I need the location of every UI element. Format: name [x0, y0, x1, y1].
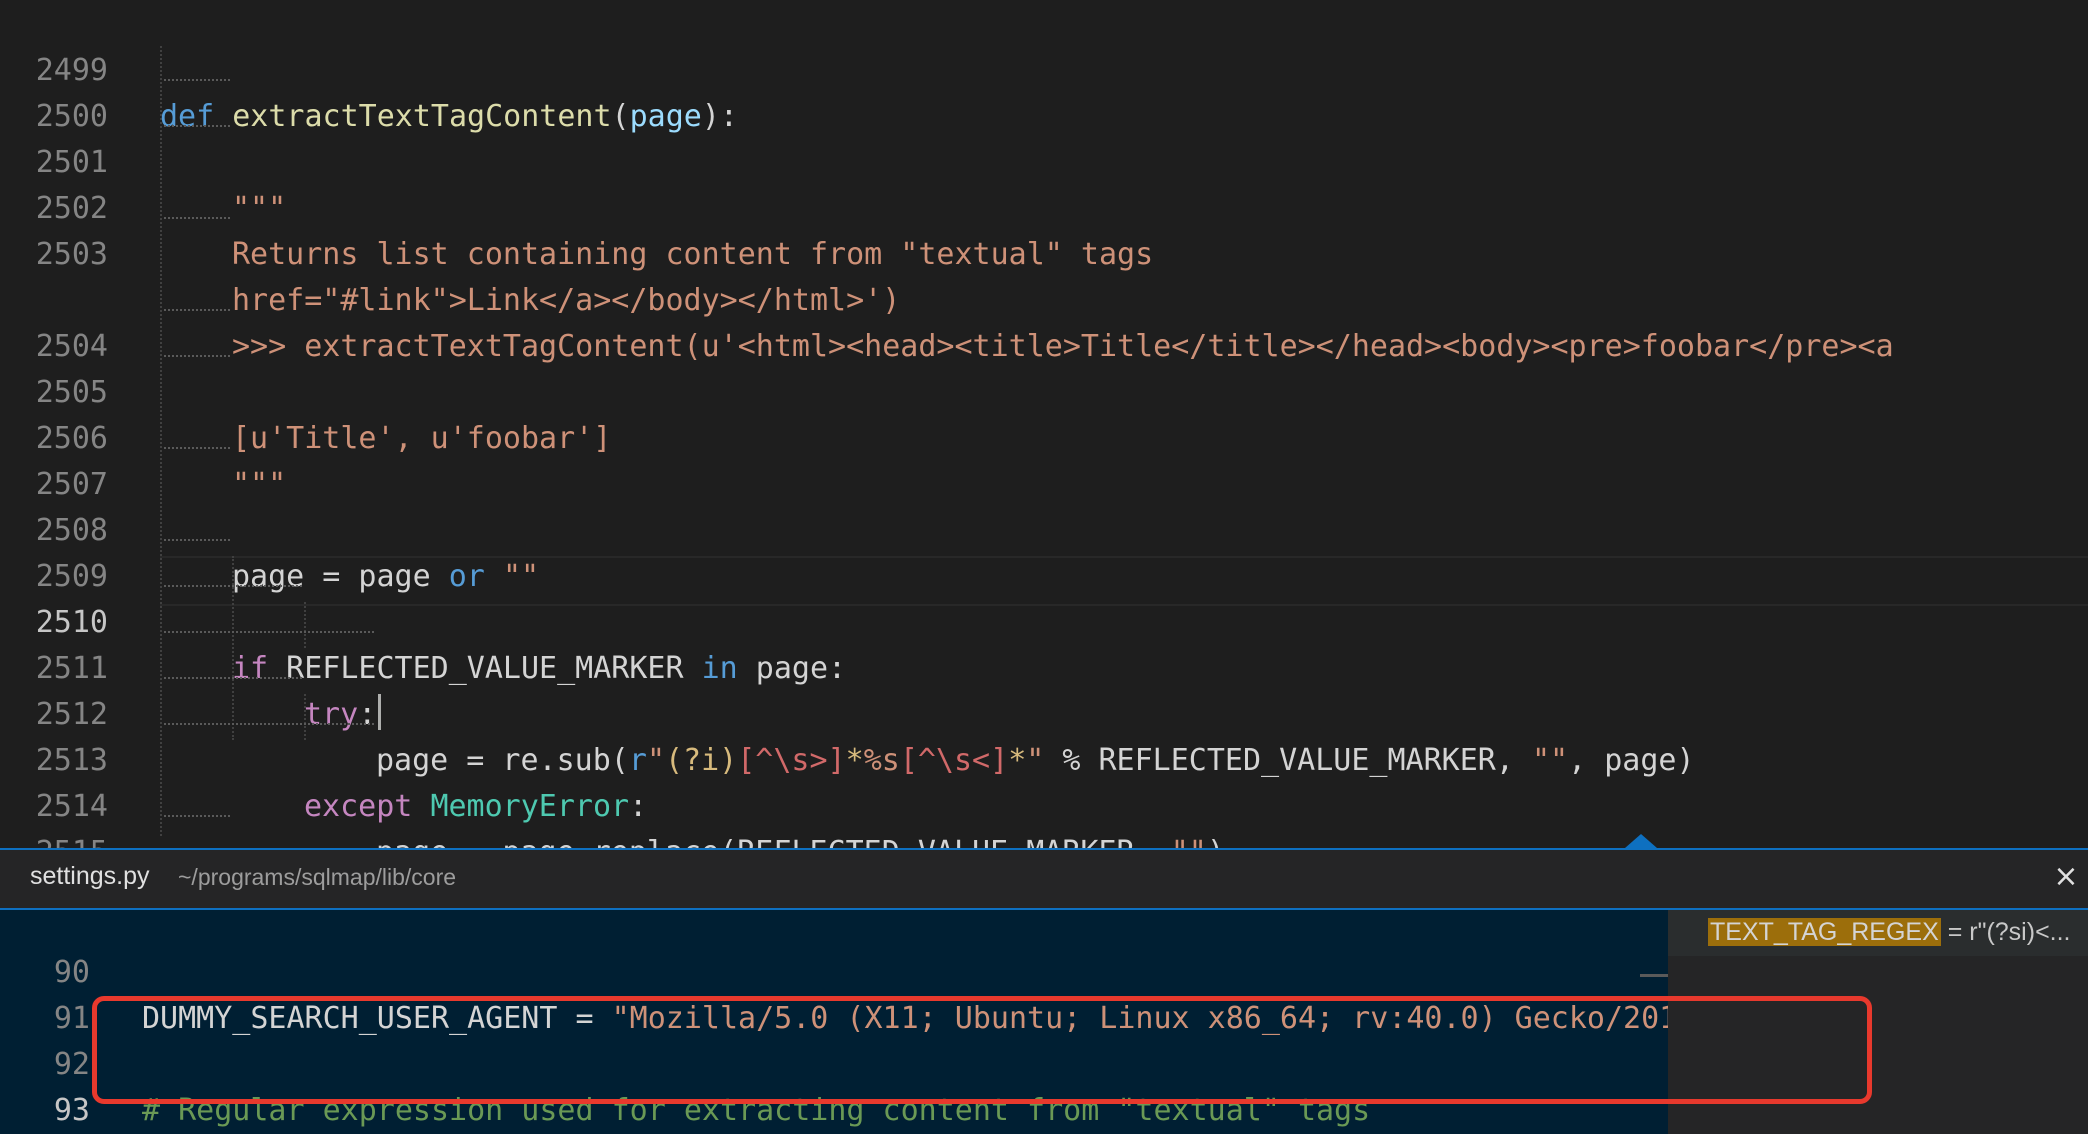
whitespace-marker [164, 723, 374, 727]
code-text: [u'Title', u'foobar'] [232, 416, 611, 462]
code-token: ): [701, 99, 738, 134]
peek-file-name[interactable]: settings.py [30, 862, 150, 891]
peek-code-line-current: 93 TEXT_TAG_REGEX = r"(?si)<(abbr|acrony… [0, 1042, 90, 1128]
code-token: """ [232, 191, 287, 226]
code-token: [^\s>] [737, 743, 846, 778]
code-line: 2501 Returns list containing content fro… [0, 94, 1153, 272]
close-icon[interactable]: × [2052, 858, 2080, 896]
code-line: 2502 [0, 140, 108, 226]
code-token: [u'Title', u'foobar'] [232, 421, 612, 456]
code-line: 2506 [0, 370, 108, 456]
code-text: page = re.sub(r"(?i)[^\s>]*%s[^\s<]*" % … [376, 738, 1695, 784]
whitespace-marker [164, 125, 230, 129]
reference-item[interactable]: TEXT_TAG_REGEX = r"(?si)<... [1668, 910, 2088, 956]
code-text: except MemoryError: [304, 784, 647, 830]
code-line: 2514 [0, 738, 108, 824]
overview-ruler-mark [1640, 974, 1668, 977]
code-token: MemoryError [430, 789, 630, 824]
code-token: * [845, 743, 864, 778]
whitespace-marker [164, 447, 230, 451]
code-token: " [646, 743, 665, 778]
code-token: extractTextTagContent [232, 99, 612, 134]
code-text: Returns list containing content from "te… [232, 232, 1153, 278]
code-line-wrapped: href="#link">Link</a></body></html>') [0, 232, 900, 318]
code-token: : [629, 789, 648, 824]
code-text: page = page or "" [232, 554, 539, 600]
code-line: 2507 page = page or "" [0, 416, 539, 594]
code-token: %s [863, 743, 900, 778]
annotation-highlight-box [92, 996, 1872, 1104]
code-token: >>> extractTextTagContent(u'<html><head>… [232, 329, 1894, 364]
code-token: " [1026, 743, 1045, 778]
code-text: >>> extractTextTagContent(u'<html><head>… [232, 324, 1894, 370]
code-editor[interactable]: 2499 def extractTextTagContent(page): 25… [0, 0, 2088, 962]
code-token: "" [1531, 743, 1569, 778]
code-line: 2500 """ [0, 48, 286, 226]
code-token: , page) [1568, 743, 1695, 778]
code-token: page: [737, 651, 847, 686]
code-token: ( [611, 99, 630, 134]
peek-code-line: 90 DUMMY_SEARCH_USER_AGENT = "Mozilla/5.… [0, 910, 1668, 1036]
text-cursor [378, 694, 382, 730]
code-line: 2503 >>> extractTextTagContent(u'<html><… [0, 186, 1894, 364]
code-text: """ [232, 186, 286, 232]
code-token: * [1008, 743, 1027, 778]
whitespace-marker [164, 217, 230, 221]
code-text: def extractTextTagContent(page): [160, 94, 738, 140]
code-token: in [701, 651, 738, 686]
code-line: 2513 page = page.replace(REFLECTED_VALUE… [0, 692, 1225, 870]
code-token: except [304, 789, 413, 824]
whitespace-marker [164, 677, 302, 681]
code-line: 2512 except MemoryError: [0, 646, 647, 824]
code-line: 2509 if REFLECTED_VALUE_MARKER in page: [0, 508, 846, 686]
reference-symbol: TEXT_TAG_REGEX [1708, 918, 1941, 946]
code-line: 2499 def extractTextTagContent(page): [0, 2, 738, 134]
code-line-current: 2510 try: [0, 554, 382, 732]
code-line: 2515 return filter(None, (_.group('resul… [0, 784, 1876, 962]
code-line: 2505 """ [0, 324, 286, 502]
peek-code-line: 92 # Regular expression used for extract… [0, 996, 1370, 1128]
peek-pointer-arrow [1625, 834, 1657, 848]
reference-preview: = r"(?si)<... [1940, 918, 2071, 946]
wrapped-code-text: href="#link">Link</a></body></html>') [232, 283, 901, 318]
code-token: r [628, 743, 647, 778]
code-text: if REFLECTED_VALUE_MARKER in page: [232, 646, 846, 692]
peek-code-line: 91 [0, 950, 90, 1036]
code-text: """ [232, 462, 286, 508]
whitespace-marker [164, 79, 230, 83]
indent-guide [304, 602, 306, 648]
code-token: """ [232, 467, 287, 502]
code-token: page [629, 99, 702, 134]
indent-guide [160, 46, 162, 836]
code-line: 2508 [0, 462, 108, 548]
code-token: REFLECTED_VALUE_MARKER [268, 651, 702, 686]
peek-view-header: settings.py ~/programs/sqlmap/lib/core × [0, 850, 2088, 908]
peek-code-line: 94 [0, 1088, 72, 1134]
peek-file-path: ~/programs/sqlmap/lib/core [178, 864, 457, 890]
whitespace-marker [164, 355, 230, 359]
code-token: "" [502, 559, 540, 594]
code-line: 2511 page = re.sub(r"(?i)[^\s>]*%s[^\s<]… [0, 600, 1695, 778]
code-token: Returns list containing content from "te… [232, 237, 1154, 272]
whitespace-marker [164, 631, 374, 635]
code-line: 2504 [u'Title', u'foobar'] [0, 278, 611, 456]
whitespace-marker [164, 309, 230, 313]
whitespace-marker [164, 539, 230, 543]
code-token: % REFLECTED_VALUE_MARKER, [1044, 743, 1532, 778]
whitespace-marker [164, 585, 302, 589]
code-token: or [448, 559, 485, 594]
code-token: page = re.sub( [376, 743, 629, 778]
code-token: (?i) [665, 743, 738, 778]
code-token: [^\s<] [899, 743, 1009, 778]
whitespace-marker [164, 815, 230, 819]
